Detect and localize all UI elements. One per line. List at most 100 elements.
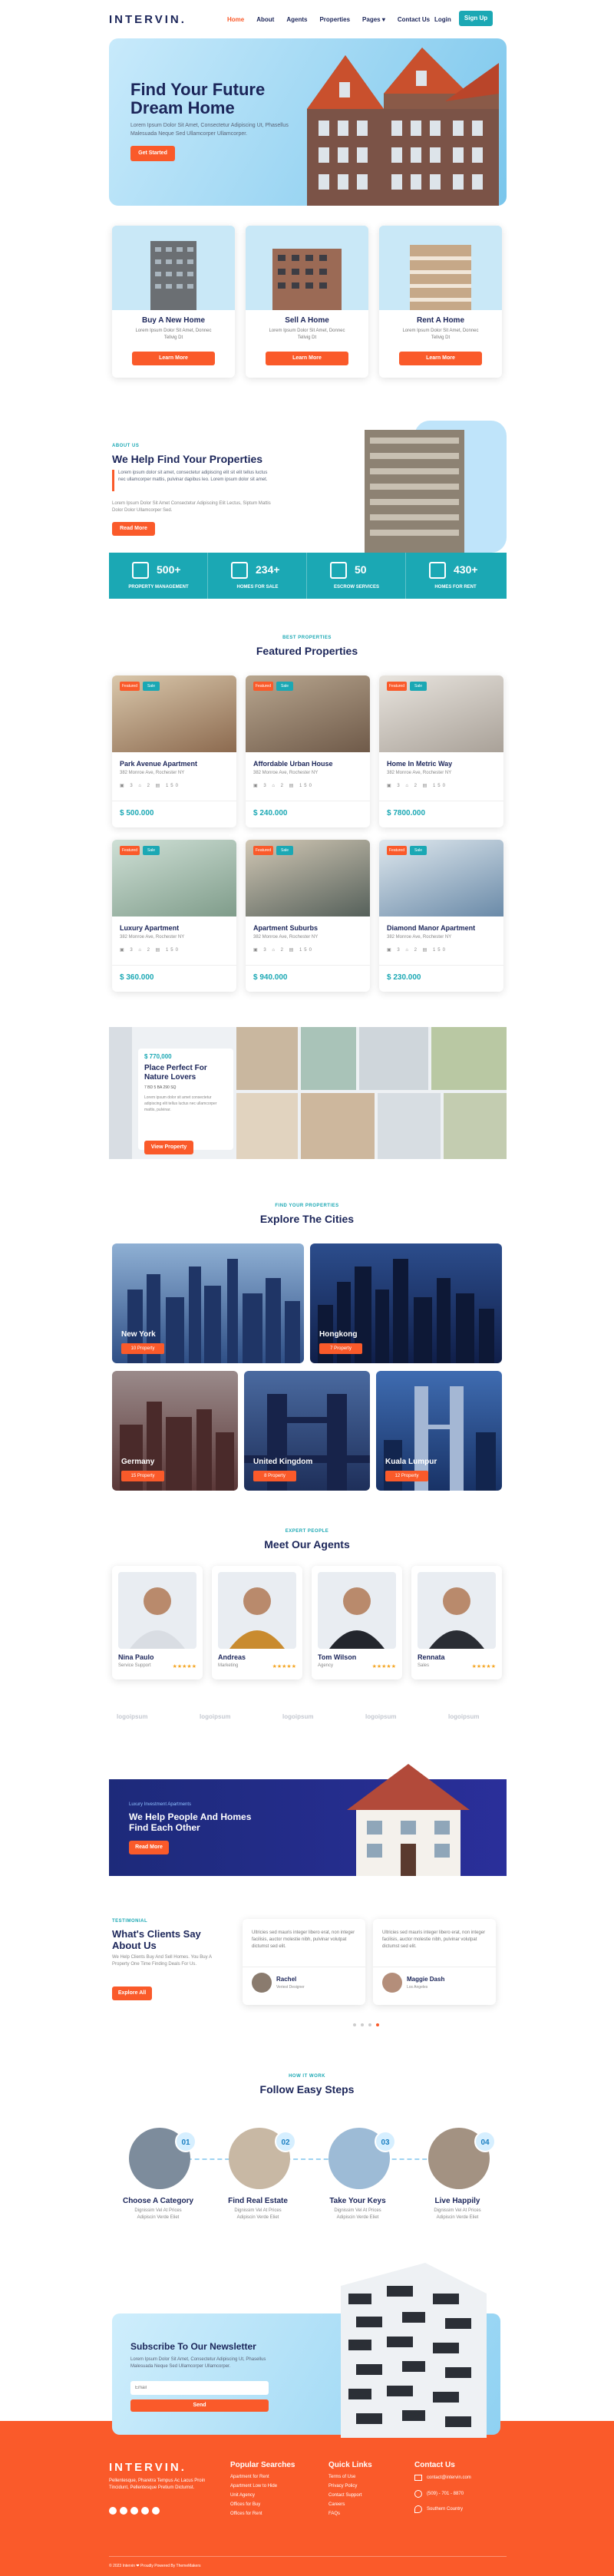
about-text: Lorem Ipsum Dolor Sit Amet Consectetur A… xyxy=(112,501,271,513)
footer-link[interactable]: FAQs xyxy=(328,2512,340,2516)
property-features: ▣ 3 ⌂ 2 ▤ 150 xyxy=(120,784,180,788)
about-tag: ABOUT US xyxy=(112,444,140,448)
partner-logo: logoipsum xyxy=(448,1713,480,1720)
instagram-icon[interactable] xyxy=(130,2507,138,2515)
stat-label: HOMES FOR SALE xyxy=(236,585,279,590)
dot[interactable] xyxy=(361,2023,364,2026)
twitter-icon[interactable] xyxy=(120,2507,127,2515)
property-features: ▣ 3 ⌂ 2 ▤ 150 xyxy=(120,948,180,953)
logo[interactable]: INTERVIN. xyxy=(109,13,187,26)
login-link[interactable]: Login xyxy=(434,16,451,23)
rating-stars: ★★★★★ xyxy=(172,1664,196,1669)
home-icon xyxy=(231,562,248,579)
nav-contact[interactable]: Contact Us xyxy=(398,16,430,23)
building-image xyxy=(379,226,502,310)
dot-active[interactable] xyxy=(376,2023,379,2026)
stat-number: 430+ xyxy=(454,563,478,576)
promo-card: $ 770,000 Place Perfect For Nature Lover… xyxy=(138,1049,233,1150)
footer-link[interactable]: Contact Support xyxy=(328,2493,361,2498)
about-building-image xyxy=(365,421,507,553)
property-name[interactable]: Affordable Urban House xyxy=(253,760,333,768)
rating-stars: ★★★★★ xyxy=(371,1664,396,1669)
testimonial-title: What's Clients Say About Us xyxy=(112,1928,201,1951)
property-card[interactable]: Featured Sale Diamond Manor Apartment 382 M… xyxy=(379,840,503,992)
step-number: 03 xyxy=(375,2131,396,2152)
footer-link[interactable]: Privacy Policy xyxy=(328,2484,357,2488)
send-button[interactable]: Send xyxy=(130,2399,269,2412)
nav-pages[interactable]: Pages ▾ xyxy=(362,16,385,23)
footer-link[interactable]: Terms of Use xyxy=(328,2475,355,2479)
property-card[interactable]: Featured Sale Affordable Urban House 382 Mo… xyxy=(246,675,370,827)
nav-home[interactable]: Home xyxy=(227,16,244,23)
city-count[interactable]: 10 Property xyxy=(121,1343,164,1354)
property-name[interactable]: Home In Metric Way xyxy=(387,760,452,768)
stat-label: ESCROW SERVICES xyxy=(334,585,379,590)
property-address: 382 Monroe Ave, Rochester NY xyxy=(120,935,185,940)
youtube-icon[interactable] xyxy=(152,2507,160,2515)
stat-item: 234+ HOMES FOR SALE xyxy=(208,553,307,599)
city-count[interactable]: 12 Property xyxy=(385,1471,428,1481)
service-card-rent: Rent A Home Lorem Ipsum Dolor Sit Amet, … xyxy=(379,226,502,378)
property-name[interactable]: Apartment Suburbs xyxy=(253,924,318,932)
stat-item: 50 ESCROW SERVICES xyxy=(307,553,406,599)
city-card-newyork[interactable]: New York 10 Property xyxy=(112,1243,304,1363)
view-property-button[interactable]: View Property xyxy=(144,1141,193,1154)
social-links xyxy=(109,2507,160,2515)
get-started-button[interactable]: Get Started xyxy=(130,146,175,161)
city-card-uk[interactable]: United Kingdom 8 Property xyxy=(244,1371,370,1491)
dot[interactable] xyxy=(353,2023,356,2026)
promo-meta: 7 BD 5 BA 290 SQ xyxy=(144,1085,177,1090)
nav-about[interactable]: About xyxy=(256,16,274,23)
read-more-button[interactable]: Read More xyxy=(112,522,155,536)
step-desc: Dignissim Vel At Prices Adipiscin Verde … xyxy=(334,2208,381,2220)
footer-logo[interactable]: INTERVIN. xyxy=(109,2461,187,2474)
testimonial-tag: TESTIMONIAL xyxy=(112,1919,148,1924)
property-card[interactable]: Featured Sale Apartment Suburbs 382 Monroe … xyxy=(246,840,370,992)
property-name[interactable]: Park Avenue Apartment xyxy=(120,760,197,768)
city-card-kualalumpur[interactable]: Kuala Lumpur 12 Property xyxy=(376,1371,502,1491)
footer-link[interactable]: Apartment Low to Hide xyxy=(230,2484,277,2488)
service-text: Lorem Ipsum Dolor Sit Amet, Donnec Tellv… xyxy=(402,329,479,340)
testimonial-name: Rachel xyxy=(276,1976,297,1983)
city-card-hongkong[interactable]: Hongkong 7 Property xyxy=(310,1243,502,1363)
city-count[interactable]: 8 Property xyxy=(253,1471,296,1481)
city-count[interactable]: 15 Property xyxy=(121,1471,164,1481)
learn-more-button[interactable]: Learn More xyxy=(266,352,348,365)
dot[interactable] xyxy=(368,2023,371,2026)
nav-agents[interactable]: Agents xyxy=(286,16,307,23)
footer-link[interactable]: Offices for Buy xyxy=(230,2502,260,2507)
sale-badge: Sale xyxy=(276,846,293,855)
property-card[interactable]: Featured Sale Park Avenue Apartment 382 Mon… xyxy=(112,675,236,827)
contact-phone[interactable]: (509) - 701 - 8870 xyxy=(427,2492,464,2496)
city-card-germany[interactable]: Germany 15 Property xyxy=(112,1371,238,1491)
agent-name: Tom Wilson xyxy=(318,1653,357,1661)
agent-card[interactable]: Tom Wilson Agency ★★★★★ xyxy=(312,1566,402,1679)
footer-link[interactable]: Offices for Rent xyxy=(230,2512,262,2516)
learn-more-button[interactable]: Learn More xyxy=(132,352,215,365)
agent-card[interactable]: Andreas Marketing ★★★★★ xyxy=(212,1566,302,1679)
footer-link[interactable]: Apartment for Rent xyxy=(230,2475,269,2479)
property-card[interactable]: Featured Sale Home In Metric Way 382 Monroe… xyxy=(379,675,503,827)
contact-email[interactable]: contact@intervin.com xyxy=(427,2475,471,2480)
nav-properties[interactable]: Properties xyxy=(319,16,350,23)
agent-card[interactable]: Nina Paulo Service Support ★★★★★ xyxy=(112,1566,203,1679)
property-features: ▣ 3 ⌂ 2 ▤ 150 xyxy=(253,784,314,788)
linkedin-icon[interactable] xyxy=(141,2507,149,2515)
learn-more-button[interactable]: Learn More xyxy=(399,352,482,365)
property-name[interactable]: Diamond Manor Apartment xyxy=(387,924,475,932)
building-image xyxy=(246,226,368,310)
property-card[interactable]: Featured Sale Luxury Apartment 382 Monroe A… xyxy=(112,840,236,992)
facebook-icon[interactable] xyxy=(109,2507,117,2515)
stat-item: 430+ HOMES FOR RENT xyxy=(406,553,505,599)
property-name[interactable]: Luxury Apartment xyxy=(120,924,179,932)
city-count[interactable]: 7 Property xyxy=(319,1343,362,1354)
cta-read-more-button[interactable]: Read More xyxy=(129,1841,169,1854)
signup-button[interactable]: Sign Up xyxy=(459,11,493,26)
email-input[interactable] xyxy=(130,2381,269,2395)
footer-link[interactable]: Unit Agency xyxy=(230,2493,255,2498)
explore-all-button[interactable]: Explore All xyxy=(112,1986,152,2000)
footer-link[interactable]: Careers xyxy=(328,2502,345,2507)
property-features: ▣ 3 ⌂ 2 ▤ 150 xyxy=(253,948,314,953)
agent-card[interactable]: Rennata Sales ★★★★★ xyxy=(411,1566,502,1679)
property-price: $ 360.000 xyxy=(120,973,154,982)
